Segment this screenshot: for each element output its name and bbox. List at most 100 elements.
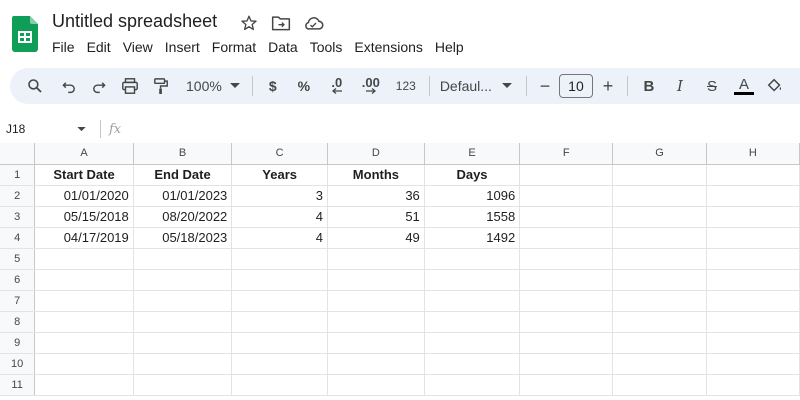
cell-b10[interactable] <box>133 353 233 375</box>
cell-f11[interactable] <box>519 374 614 396</box>
cell-b5[interactable] <box>133 248 233 270</box>
cell-c8[interactable] <box>231 311 329 333</box>
cell-d3[interactable]: 51 <box>327 206 425 228</box>
cell-c4[interactable]: 4 <box>231 227 329 249</box>
cell-d1[interactable]: Months <box>327 164 425 186</box>
cell-d9[interactable] <box>327 332 425 354</box>
cell-h3[interactable] <box>706 206 800 228</box>
italic-button[interactable]: I <box>664 72 696 100</box>
cell-c5[interactable] <box>231 248 329 270</box>
cell-e1[interactable]: Days <box>424 164 521 186</box>
font-size-input[interactable]: 10 <box>558 74 593 98</box>
cloud-status-icon[interactable] <box>302 12 324 34</box>
column-header-f[interactable]: F <box>519 143 614 165</box>
cell-h5[interactable] <box>706 248 800 270</box>
cell-d8[interactable] <box>327 311 425 333</box>
increase-font-size-button[interactable]: + <box>595 72 621 100</box>
cell-h10[interactable] <box>706 353 800 375</box>
cell-b3[interactable]: 08/20/2022 <box>133 206 233 228</box>
row-header[interactable]: 2 <box>0 185 36 207</box>
row-header[interactable]: 3 <box>0 206 36 228</box>
cell-f2[interactable] <box>519 185 614 207</box>
cell-a8[interactable] <box>34 311 134 333</box>
cell-c7[interactable] <box>231 290 329 312</box>
cell-h1[interactable] <box>706 164 800 186</box>
cell-c11[interactable] <box>231 374 329 396</box>
cell-e4[interactable]: 1492 <box>424 227 521 249</box>
cell-a9[interactable] <box>34 332 134 354</box>
cell-b6[interactable] <box>133 269 233 291</box>
cell-b2[interactable]: 01/01/2023 <box>133 185 233 207</box>
cell-a4[interactable]: 04/17/2019 <box>34 227 134 249</box>
cell-e6[interactable] <box>424 269 521 291</box>
cell-e9[interactable] <box>424 332 521 354</box>
cell-h7[interactable] <box>706 290 800 312</box>
cell-c9[interactable] <box>231 332 329 354</box>
move-folder-icon[interactable] <box>270 12 292 34</box>
cell-c2[interactable]: 3 <box>231 185 329 207</box>
cell-h6[interactable] <box>706 269 800 291</box>
row-header[interactable]: 5 <box>0 248 36 270</box>
menu-help[interactable]: Help <box>429 37 470 57</box>
select-all-corner[interactable] <box>0 143 36 165</box>
cell-g11[interactable] <box>612 374 707 396</box>
undo-icon[interactable] <box>54 72 84 100</box>
cell-g1[interactable] <box>612 164 707 186</box>
column-header-b[interactable]: B <box>133 143 233 165</box>
row-header[interactable]: 9 <box>0 332 36 354</box>
cell-c3[interactable]: 4 <box>231 206 329 228</box>
cell-h11[interactable] <box>706 374 800 396</box>
cell-e11[interactable] <box>424 374 521 396</box>
cell-e5[interactable] <box>424 248 521 270</box>
cell-a5[interactable] <box>34 248 134 270</box>
cell-g3[interactable] <box>612 206 707 228</box>
cell-b8[interactable] <box>133 311 233 333</box>
fill-color-icon[interactable] <box>760 72 790 100</box>
paint-format-icon[interactable] <box>146 72 176 100</box>
menu-view[interactable]: View <box>117 37 159 57</box>
increase-decimal-button[interactable]: .00 <box>353 72 389 100</box>
menu-tools[interactable]: Tools <box>304 37 349 57</box>
cell-d5[interactable] <box>327 248 425 270</box>
text-color-button[interactable]: A <box>728 72 760 100</box>
cell-f4[interactable] <box>519 227 614 249</box>
cell-d7[interactable] <box>327 290 425 312</box>
cell-h2[interactable] <box>706 185 800 207</box>
cell-a3[interactable]: 05/15/2018 <box>34 206 134 228</box>
menu-extensions[interactable]: Extensions <box>348 37 428 57</box>
menu-edit[interactable]: Edit <box>81 37 117 57</box>
cell-d11[interactable] <box>327 374 425 396</box>
decrease-decimal-button[interactable]: .0 <box>321 72 353 100</box>
menu-insert[interactable]: Insert <box>159 37 206 57</box>
cell-g8[interactable] <box>612 311 707 333</box>
cell-g5[interactable] <box>612 248 707 270</box>
font-family-select[interactable]: Defaul... <box>440 78 512 94</box>
cell-e7[interactable] <box>424 290 521 312</box>
row-header[interactable]: 10 <box>0 353 36 375</box>
cell-e10[interactable] <box>424 353 521 375</box>
row-header[interactable]: 8 <box>0 311 36 333</box>
column-header-a[interactable]: A <box>34 143 134 165</box>
cell-e3[interactable]: 1558 <box>424 206 521 228</box>
strikethrough-button[interactable]: S <box>696 72 728 100</box>
cell-g4[interactable] <box>612 227 707 249</box>
cell-g9[interactable] <box>612 332 707 354</box>
redo-icon[interactable] <box>84 72 114 100</box>
cell-d4[interactable]: 49 <box>327 227 425 249</box>
cell-a7[interactable] <box>34 290 134 312</box>
cell-f5[interactable] <box>519 248 614 270</box>
cell-f7[interactable] <box>519 290 614 312</box>
cell-f3[interactable] <box>519 206 614 228</box>
cell-a11[interactable] <box>34 374 134 396</box>
decrease-font-size-button[interactable]: − <box>533 72 557 100</box>
cell-d2[interactable]: 36 <box>327 185 425 207</box>
menu-file[interactable]: File <box>46 37 81 57</box>
cell-e2[interactable]: 1096 <box>424 185 521 207</box>
cell-c1[interactable]: Years <box>231 164 329 186</box>
print-icon[interactable] <box>114 72 146 100</box>
menu-data[interactable]: Data <box>262 37 304 57</box>
more-formats-button[interactable]: 123 <box>389 72 423 100</box>
cell-c10[interactable] <box>231 353 329 375</box>
cell-d10[interactable] <box>327 353 425 375</box>
cell-h9[interactable] <box>706 332 800 354</box>
